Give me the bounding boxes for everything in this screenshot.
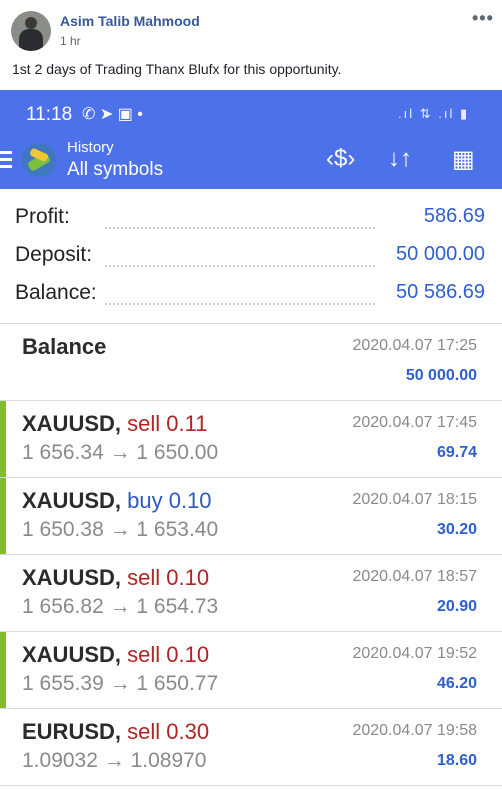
entry-type: Balance	[22, 334, 107, 359]
status-clock: 11:18	[26, 104, 73, 125]
avatar-head	[25, 17, 37, 29]
profit-indicator	[0, 632, 6, 708]
trade-profit: 30.20	[436, 521, 477, 538]
trade-date: 2020.04.07 19:52	[352, 645, 477, 662]
dotted-leader	[105, 303, 375, 305]
sort-icon[interactable]: ↓↑	[388, 145, 412, 173]
trade-symbol: XAUUSD,	[22, 411, 122, 436]
trade-prices: 1 655.39 → 1 650.77	[22, 672, 219, 695]
trade-side: sell 0.30	[127, 719, 210, 744]
trade-symbol: XAUUSD,	[22, 488, 122, 513]
trade-prices: 1 656.82 → 1 654.73	[22, 595, 219, 618]
trade-profit: 46.20	[436, 675, 477, 692]
trade-side: sell 0.10	[127, 642, 210, 667]
dotted-leader	[105, 265, 375, 267]
entry-amount: 50 000.00	[405, 367, 477, 384]
summary-label: Profit:	[15, 205, 76, 229]
avatar[interactable]	[11, 11, 51, 51]
trade-row[interactable]: XAUUSD, sell 0.10 1 655.39 → 1 650.77 20…	[0, 632, 502, 709]
toolbar-title: History	[67, 139, 114, 156]
history-list: Balance 2020.04.07 17:25 50 000.00 XAUUS…	[0, 324, 502, 786]
trade-date: 2020.04.07 17:45	[352, 414, 477, 431]
dotted-leader	[105, 227, 375, 229]
trade-prices: 1 656.34 → 1 650.00	[22, 441, 219, 464]
profit-indicator	[0, 401, 6, 477]
trade-date: 2020.04.07 18:15	[352, 491, 477, 508]
trade-side: sell 0.11	[127, 411, 208, 436]
balance-entry[interactable]: Balance 2020.04.07 17:25 50 000.00	[0, 324, 502, 401]
summary-value: 50 586.69	[390, 281, 485, 304]
phone-status-bar: 11:18 ✆ ➤ ▣ • .ıl ⇅ .ıl ▮	[0, 90, 502, 137]
trade-row[interactable]: XAUUSD, sell 0.11 1 656.34 → 1 650.00 20…	[0, 401, 502, 478]
currency-icon[interactable]: ‹$›	[326, 145, 355, 173]
trade-prices: 1 650.38 → 1 653.40	[22, 518, 219, 541]
trade-profit: 69.74	[436, 444, 477, 461]
trade-side: buy 0.10	[127, 488, 212, 513]
trade-row[interactable]: XAUUSD, buy 0.10 1 650.38 → 1 653.40 202…	[0, 478, 502, 555]
trade-profit: 18.60	[436, 752, 477, 769]
avatar-body	[19, 29, 43, 51]
trade-date: 2020.04.07 18:57	[352, 568, 477, 585]
trade-symbol: EURUSD,	[22, 719, 122, 744]
trade-side: sell 0.10	[127, 565, 210, 590]
post-author-name[interactable]: Asim Talib Mahmood	[60, 13, 200, 29]
profit-indicator	[0, 478, 6, 554]
post-timestamp[interactable]: 1 hr	[60, 34, 81, 48]
account-summary: Profit: 586.69 Deposit: 50 000.00 Balanc…	[0, 189, 502, 324]
summary-row-balance: Balance: 50 586.69	[15, 281, 485, 311]
notification-icons: ✆ ➤ ▣ •	[82, 106, 143, 123]
more-options-icon[interactable]: •••	[472, 8, 494, 29]
summary-value: 50 000.00	[390, 243, 485, 266]
trade-row[interactable]: EURUSD, sell 0.30 1.09032 → 1.08970 2020…	[0, 709, 502, 786]
trade-prices: 1.09032 → 1.08970	[22, 749, 207, 772]
summary-label: Balance:	[15, 281, 103, 305]
trade-row[interactable]: XAUUSD, sell 0.10 1 656.82 → 1 654.73 20…	[0, 555, 502, 632]
summary-row-deposit: Deposit: 50 000.00	[15, 243, 485, 273]
trade-date: 2020.04.07 19:58	[352, 722, 477, 739]
post-text: 1st 2 days of Trading Thanx Blufx for th…	[12, 61, 342, 77]
metatrader-logo-icon	[22, 143, 56, 177]
trading-screenshot: 11:18 ✆ ➤ ▣ • .ıl ⇅ .ıl ▮ History All sy…	[0, 90, 502, 790]
facebook-post-header: Asim Talib Mahmood 1 hr ••• 1st 2 days o…	[0, 0, 502, 90]
signal-battery-icons: .ıl ⇅ .ıl ▮	[398, 106, 470, 121]
summary-row-profit: Profit: 586.69	[15, 205, 485, 235]
trade-profit: 20.90	[436, 598, 477, 615]
menu-icon[interactable]	[0, 151, 12, 169]
summary-label: Deposit:	[15, 243, 99, 267]
entry-date: 2020.04.07 17:25	[352, 337, 477, 354]
trade-symbol: XAUUSD,	[22, 642, 122, 667]
summary-value: 586.69	[417, 205, 485, 228]
trade-symbol: XAUUSD,	[22, 565, 122, 590]
calendar-icon[interactable]: ▦	[452, 145, 475, 174]
app-toolbar: History All symbols ‹$› ↓↑ ▦	[0, 137, 502, 189]
symbol-filter[interactable]: All symbols	[67, 159, 163, 181]
